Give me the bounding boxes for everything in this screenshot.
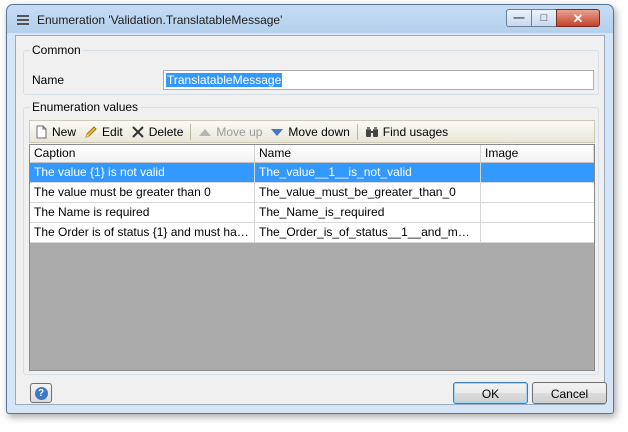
caption-cell: The Order is of status {1} and must have… (30, 223, 255, 242)
move-up-label: Move up (216, 124, 263, 139)
maximize-icon: □ (540, 11, 548, 24)
delete-label: Delete (148, 124, 184, 139)
find-usages-label: Find usages (382, 124, 449, 139)
edit-label: Edit (102, 124, 123, 139)
grid-header: Caption Name Image (30, 145, 594, 163)
name-input-value: TranslatableMessage (166, 73, 283, 87)
caption-cell: The value {1} is not valid (30, 163, 255, 182)
enumeration-dialog: Enumeration 'Validation.TranslatableMess… (6, 4, 614, 414)
name-cell: The_value__1__is_not_valid (255, 163, 481, 182)
delete-button[interactable]: Delete (127, 121, 188, 142)
minimize-button[interactable]: — (506, 9, 532, 27)
cancel-button[interactable]: Cancel (532, 382, 607, 404)
toolbar-separator (356, 123, 358, 140)
pencil-icon (84, 125, 98, 139)
name-cell: The_Name_is_required (255, 203, 481, 222)
title-bar[interactable]: Enumeration 'Validation.TranslatableMess… (7, 5, 613, 35)
close-button[interactable]: ✕ (556, 9, 600, 27)
column-header-caption[interactable]: Caption (30, 145, 255, 162)
enumeration-icon (17, 14, 29, 26)
move-down-label: Move down (288, 124, 350, 139)
minimize-icon: — (513, 11, 525, 24)
help-icon: ? (34, 386, 48, 400)
ok-button[interactable]: OK (453, 382, 528, 404)
common-legend: Common (30, 43, 83, 57)
column-header-name[interactable]: Name (255, 145, 481, 162)
column-header-image[interactable]: Image (481, 145, 594, 162)
table-row[interactable]: The Order is of status {1} and must have… (30, 223, 594, 243)
table-row[interactable]: The Name is required The_Name_is_require… (30, 203, 594, 223)
caption-cell: The Name is required (30, 203, 255, 222)
binoculars-icon (365, 125, 379, 139)
new-button[interactable]: New (30, 121, 80, 142)
image-cell (481, 183, 594, 202)
name-cell: The_Order_is_of_status__1__and_must_ha..… (255, 223, 481, 242)
table-row[interactable]: The value must be greater than 0 The_val… (30, 183, 594, 203)
toolbar-separator (190, 123, 192, 140)
delete-x-icon (131, 125, 145, 139)
enumeration-values-grid: Caption Name Image The value {1} is not … (29, 144, 595, 371)
arrow-down-icon (270, 125, 284, 139)
new-document-icon (34, 125, 48, 139)
name-label: Name (32, 73, 65, 87)
enumeration-toolbar: New Edit Delete Move up Move down Find u… (29, 120, 595, 143)
move-down-button[interactable]: Move down (266, 121, 353, 142)
image-cell (481, 223, 594, 242)
image-cell (481, 203, 594, 222)
caption-cell: The value must be greater than 0 (30, 183, 255, 202)
move-up-button[interactable]: Move up (194, 121, 266, 142)
new-label: New (52, 124, 77, 139)
image-cell (481, 163, 594, 182)
name-input[interactable]: TranslatableMessage (163, 70, 594, 90)
name-cell: The_value_must_be_greater_than_0 (255, 183, 481, 202)
window-title: Enumeration 'Validation.TranslatableMess… (37, 13, 283, 27)
find-usages-button[interactable]: Find usages (361, 121, 452, 142)
maximize-button[interactable]: □ (531, 9, 557, 27)
dialog-body: Common Name TranslatableMessage Enumerat… (15, 35, 607, 405)
help-button[interactable]: ? (30, 383, 52, 403)
close-icon: ✕ (572, 10, 584, 26)
arrow-up-icon (198, 125, 212, 139)
edit-button[interactable]: Edit (80, 121, 127, 142)
table-row[interactable]: The value {1} is not valid The_value__1_… (30, 163, 594, 183)
enumeration-values-legend: Enumeration values (30, 100, 141, 114)
